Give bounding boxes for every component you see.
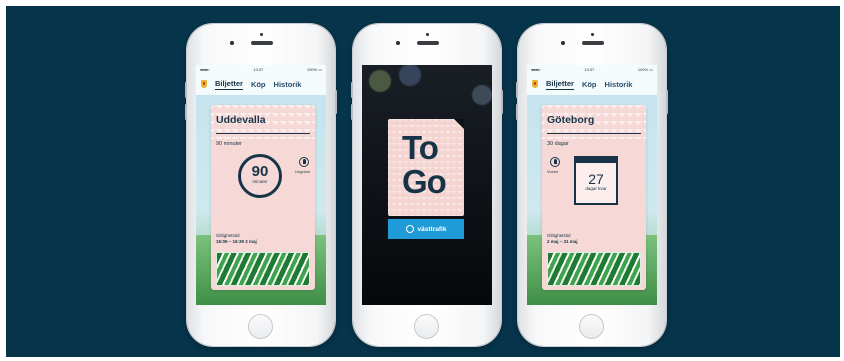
phone-center: To Go västtrafik [351, 24, 503, 346]
brand-bar: västtrafik [388, 219, 464, 239]
tab-bar: Biljetter Köp Historik [527, 73, 657, 95]
ticket-city: Uddevalla [216, 114, 266, 126]
animated-security-stripes [547, 252, 641, 286]
animated-security-stripes [216, 252, 310, 286]
sensor-dot [426, 33, 429, 36]
home-button[interactable] [248, 314, 273, 339]
validity-value: 15:09 – 16:39 2 maj [216, 239, 257, 244]
signal-indicator: ●●●●○ [200, 66, 210, 72]
region-crest-icon [201, 80, 207, 88]
earpiece-speaker [251, 41, 273, 45]
validity-value: 2 maj – 31 maj [547, 239, 578, 244]
tab-biljetter[interactable]: Biljetter [215, 79, 243, 90]
region-crest-icon [532, 80, 538, 88]
sensor-dot [260, 33, 263, 36]
validity-label: Giltighetstid [216, 233, 240, 238]
battery-indicator: 100% ▭ [306, 66, 322, 72]
tab-kop[interactable]: Köp [582, 80, 597, 89]
togo-word-go: Go [402, 163, 447, 200]
ticket-city: Göteborg [547, 114, 595, 126]
tab-historik[interactable]: Historik [274, 80, 302, 89]
earpiece-speaker [417, 41, 439, 45]
phone-left: ●●●●○ 13:37 100% ▭ Biljetter Köp Histori… [185, 24, 337, 346]
signal-indicator: ●●●●○ [531, 66, 541, 72]
front-camera [396, 41, 400, 45]
phone-right: ●●●●○ 13:37 100% ▭ Biljetter Köp Histori… [516, 24, 668, 346]
status-bar: ●●●●○ 13:37 100% ▭ [196, 65, 326, 73]
phone-screen-right: ●●●●○ 13:37 100% ▭ Biljetter Köp Histori… [527, 65, 657, 305]
validity-label: Giltighetstid [547, 233, 571, 238]
battery-indicator: 100% ▭ [637, 66, 653, 72]
ticket-duration: 30 dagar [547, 141, 569, 147]
status-bar: ●●●●○ 13:37 100% ▭ [527, 65, 657, 73]
countdown-number: 90 [251, 163, 269, 180]
traveler-icon [299, 157, 309, 167]
togo-logo-card: To Go [388, 119, 464, 216]
brand-name: västtrafik [417, 225, 447, 233]
phone-screen-left: ●●●●○ 13:37 100% ▭ Biljetter Köp Histori… [196, 65, 326, 305]
tab-kop[interactable]: Köp [251, 80, 266, 89]
countdown-unit: minuter [252, 179, 268, 184]
traveler-label: Ungdom [295, 169, 311, 174]
status-time: 13:37 [584, 66, 595, 72]
home-button[interactable] [579, 314, 604, 339]
phone-screen-center: To Go västtrafik [362, 65, 492, 305]
front-camera [561, 41, 565, 45]
countdown-ring: 90 minuter [238, 154, 282, 198]
ticket-card[interactable]: Göteborg 30 dagar Vuxen 27 dagar kvar Gi… [542, 105, 646, 290]
tab-biljetter[interactable]: Biljetter [546, 79, 574, 90]
tab-historik[interactable]: Historik [605, 80, 633, 89]
traveler-label: Vuxen [547, 169, 559, 174]
vasttrafik-logo-icon [405, 225, 414, 233]
front-camera [230, 41, 234, 45]
status-time: 13:37 [253, 66, 264, 72]
days-left-unit: dagar kvar [585, 186, 607, 191]
togo-word-to: To [402, 129, 439, 166]
ticket-card[interactable]: Uddevalla 90 minuter 90 minuter Ungdom G… [211, 105, 315, 290]
sensor-dot [591, 33, 594, 36]
background-panel: ●●●●○ 13:37 100% ▭ Biljetter Köp Histori… [6, 6, 840, 357]
divider [547, 133, 641, 135]
traveler-icon [550, 157, 560, 167]
ticket-duration: 90 minuter [216, 141, 242, 147]
divider [216, 133, 310, 135]
tab-bar: Biljetter Köp Historik [196, 73, 326, 95]
home-button[interactable] [414, 314, 439, 339]
calendar-icon: 27 dagar kvar [573, 156, 618, 205]
earpiece-speaker [582, 41, 604, 45]
days-left-number: 27 [588, 171, 604, 187]
